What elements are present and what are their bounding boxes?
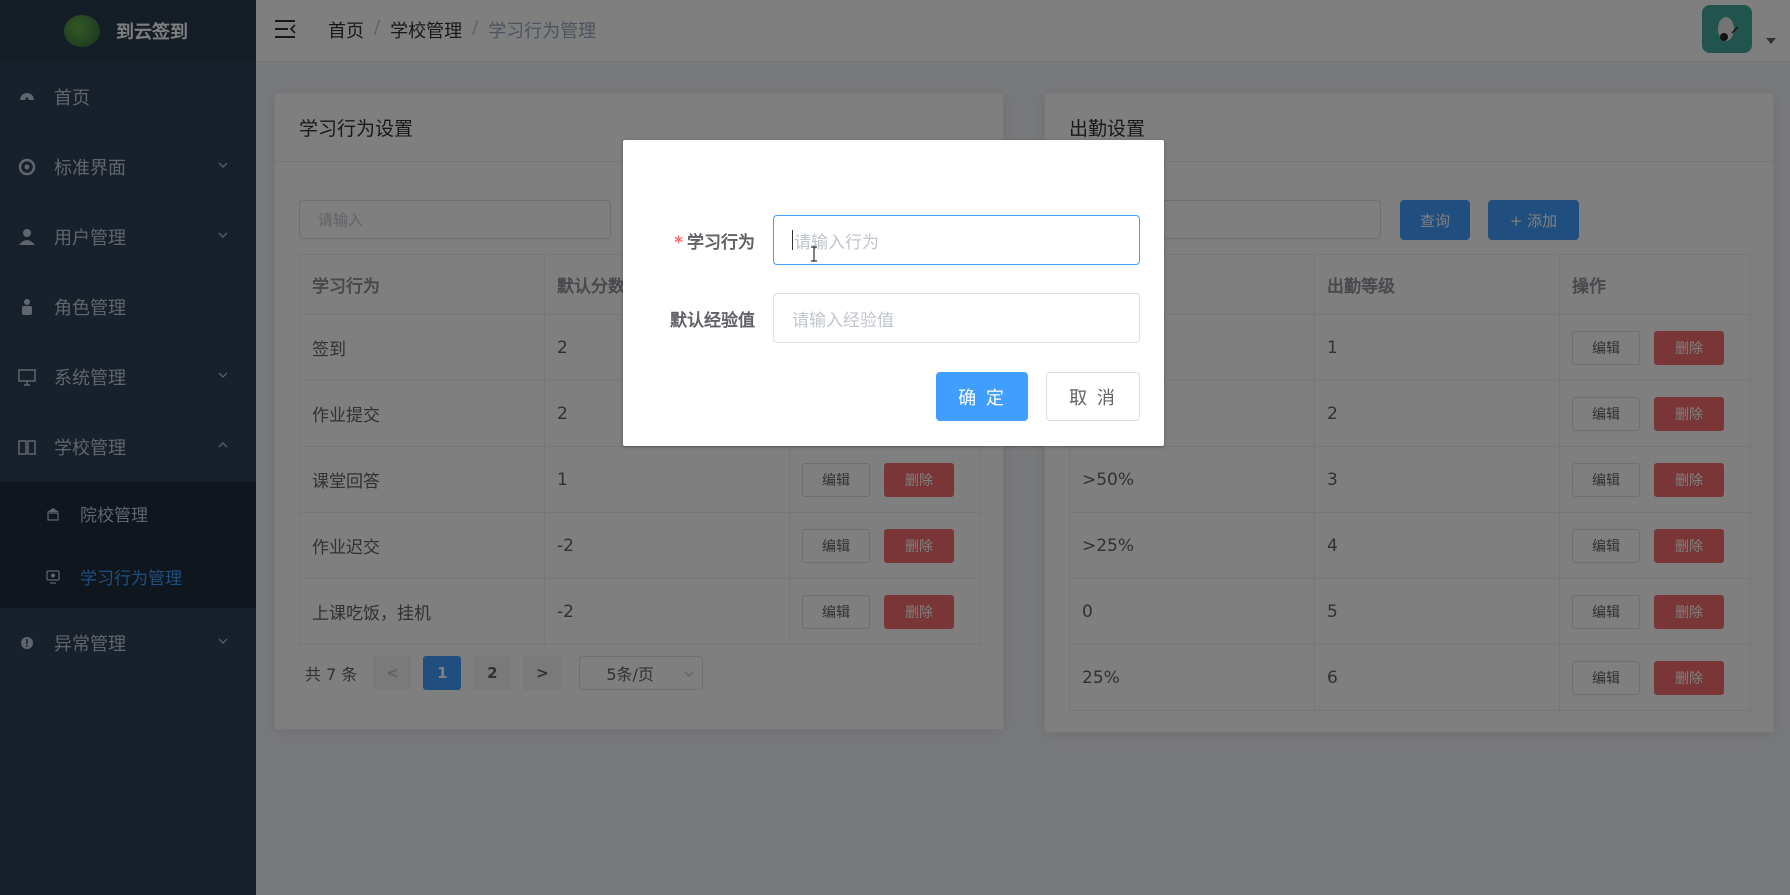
behavior-field-label: * 学习行为 bbox=[635, 228, 755, 253]
exp-input[interactable]: 请输入经验值 bbox=[773, 293, 1140, 343]
behavior-input-placeholder: 请输入行为 bbox=[794, 232, 879, 253]
exp-field-label: 默认经验值 bbox=[670, 311, 755, 331]
modal-overlay[interactable] bbox=[0, 0, 1790, 895]
behavior-input[interactable]: 请输入行为 bbox=[773, 215, 1140, 265]
confirm-button[interactable]: 确 定 bbox=[936, 372, 1028, 421]
required-mark: * bbox=[674, 233, 683, 253]
cancel-button[interactable]: 取 消 bbox=[1046, 372, 1140, 421]
behavior-dialog: * 学习行为 请输入行为 默认经验值 请输入经验值 确 定 取 消 bbox=[623, 140, 1164, 446]
exp-input-placeholder: 请输入经验值 bbox=[792, 310, 894, 331]
behavior-label-text: 学习行为 bbox=[687, 233, 755, 253]
text-cursor bbox=[792, 230, 793, 250]
ibeam-cursor-icon bbox=[811, 246, 817, 262]
